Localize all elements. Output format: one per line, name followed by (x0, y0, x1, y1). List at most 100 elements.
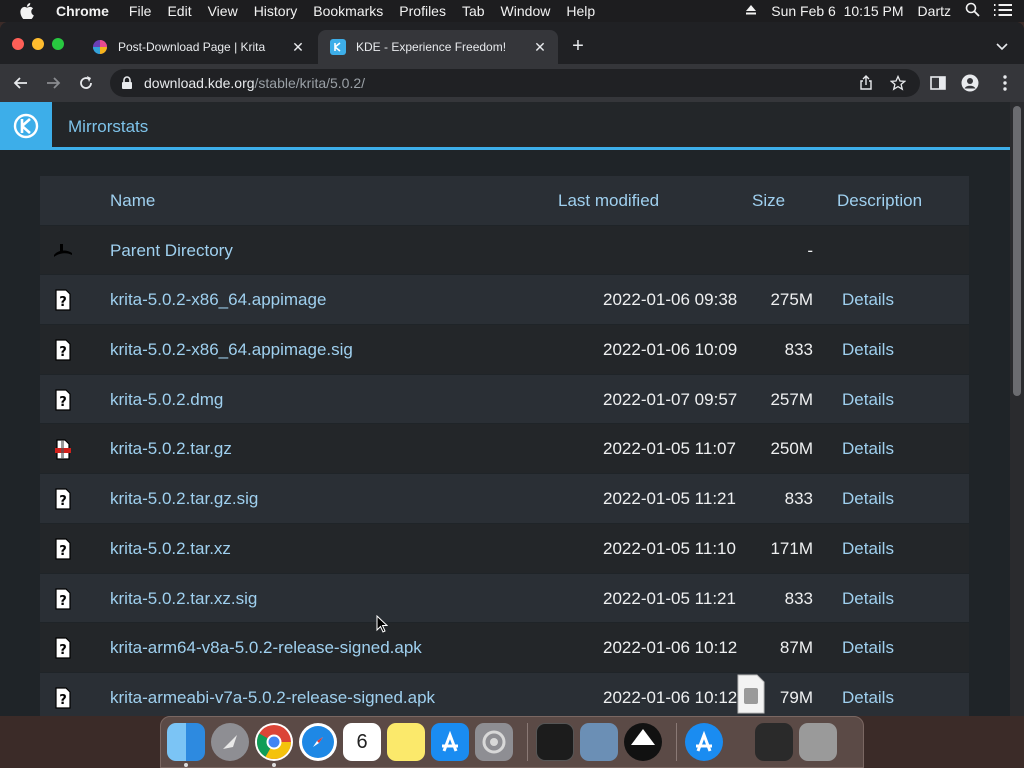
lock-icon[interactable] (120, 76, 134, 90)
details-link[interactable]: Details (842, 290, 894, 310)
svg-text:?: ? (59, 395, 67, 410)
zoom-window-button[interactable] (52, 38, 64, 50)
preview-icon[interactable] (580, 723, 618, 761)
details-link[interactable]: Details (842, 688, 894, 708)
file-size: 79M (779, 687, 813, 707)
chrome-menu-icon[interactable] (996, 74, 1014, 92)
file-link[interactable]: krita-5.0.2.tar.gz.sig (110, 489, 258, 509)
menu-history[interactable]: History (254, 3, 298, 19)
tab-strip: Post-Download Page | Krita ✕ KDE - Exper… (0, 22, 1024, 64)
menu-bookmarks[interactable]: Bookmarks (313, 3, 383, 19)
table-row: ? krita-5.0.2.tar.gz.sig 2022-01-05 11:2… (40, 474, 969, 524)
share-icon[interactable] (858, 75, 874, 91)
kde-favicon-icon (330, 39, 346, 55)
notes-icon[interactable] (387, 723, 425, 761)
forward-arrow-icon[interactable] (44, 74, 62, 92)
menu-help[interactable]: Help (566, 3, 595, 19)
launchpad-icon[interactable] (211, 723, 249, 761)
column-header-last-modified[interactable]: Last modified (558, 191, 659, 211)
mirrorstats-link[interactable]: Mirrorstats (68, 117, 148, 137)
new-tab-icon[interactable]: + (568, 36, 588, 56)
minimize-window-button[interactable] (32, 38, 44, 50)
system-preferences-icon[interactable] (475, 723, 513, 761)
file-modified: 2022-01-06 10:12 (603, 638, 738, 658)
column-header-name[interactable]: Name (110, 191, 155, 211)
apple-menu-icon[interactable] (20, 3, 38, 19)
details-link[interactable]: Details (842, 638, 894, 658)
details-link[interactable]: Details (842, 589, 894, 609)
table-row: ? krita-5.0.2.tar.xz.sig 2022-01-05 11:2… (40, 573, 969, 624)
app-store-download-icon[interactable] (685, 723, 723, 761)
file-link[interactable]: krita-5.0.2.tar.xz.sig (110, 589, 257, 609)
control-center-icon[interactable] (994, 2, 1012, 20)
downloads-stack-icon[interactable] (755, 723, 793, 761)
column-header-description[interactable]: Description (837, 191, 922, 211)
file-link[interactable]: krita-5.0.2.tar.gz (110, 439, 232, 459)
tab-close-icon[interactable]: ✕ (532, 39, 548, 55)
menu-view[interactable]: View (208, 3, 238, 19)
tab-kde-experience-freedom[interactable]: KDE - Experience Freedom! ✕ (318, 30, 558, 64)
profile-avatar-icon[interactable] (961, 74, 979, 92)
trash-icon[interactable] (799, 723, 837, 761)
file-link[interactable]: krita-5.0.2-x86_64.appimage (110, 290, 326, 310)
krita-favicon-icon (92, 39, 108, 55)
details-link[interactable]: Details (842, 539, 894, 559)
app-store-icon[interactable] (431, 723, 469, 761)
menu-profiles[interactable]: Profiles (399, 3, 446, 19)
url-path: /stable/krita/5.0.2/ (254, 75, 366, 91)
tab-close-icon[interactable]: ✕ (290, 39, 306, 55)
back-arrow-icon[interactable] (12, 74, 30, 92)
tab-title: KDE - Experience Freedom! (356, 40, 507, 54)
file-link[interactable]: krita-armeabi-v7a-5.0.2-release-signed.a… (110, 688, 435, 708)
file-link[interactable]: krita-arm64-v8a-5.0.2-release-signed.apk (110, 638, 422, 658)
details-link[interactable]: Details (842, 340, 894, 360)
calendar-icon[interactable]: 6 (343, 723, 381, 761)
column-header-size[interactable]: Size (752, 191, 785, 211)
file-link[interactable]: krita-5.0.2-x86_64.appimage.sig (110, 340, 353, 360)
page-scrollbar[interactable] (1010, 102, 1024, 716)
chrome-icon[interactable] (255, 723, 293, 767)
svg-text:?: ? (59, 544, 67, 559)
details-link[interactable]: Details (842, 439, 894, 459)
menu-file[interactable]: File (129, 3, 152, 19)
unknown-file-icon: ? (52, 339, 74, 361)
details-link[interactable]: Details (842, 489, 894, 509)
file-link[interactable]: krita-5.0.2.tar.xz (110, 539, 231, 559)
tab-krita-post-download[interactable]: Post-Download Page | Krita ✕ (80, 30, 316, 64)
details-link[interactable]: Details (842, 390, 894, 410)
spotlight-search-icon[interactable] (965, 2, 980, 20)
kde-logo-icon[interactable] (0, 102, 52, 150)
reload-icon[interactable] (77, 74, 95, 92)
menu-edit[interactable]: Edit (167, 3, 191, 19)
scrollbar-thumb[interactable] (1013, 106, 1021, 396)
unknown-file-icon: ? (52, 488, 74, 510)
file-link[interactable]: krita-5.0.2.dmg (110, 390, 223, 410)
side-panel-icon[interactable] (929, 74, 947, 92)
eject-icon[interactable] (745, 3, 757, 19)
inkscape-icon[interactable] (624, 723, 662, 761)
safari-icon[interactable] (299, 723, 337, 761)
menubar-clock[interactable]: Sun Feb 6 10:15 PM (771, 3, 903, 19)
tab-search-chevron-icon[interactable] (994, 38, 1010, 54)
unknown-file-icon: ? (52, 389, 74, 411)
page-content: Mirrorstats Name Last modified Size Desc… (0, 102, 1010, 716)
finder-icon[interactable] (167, 723, 205, 767)
file-modified: 2022-01-06 09:38 (603, 290, 738, 310)
menu-window[interactable]: Window (501, 3, 551, 19)
table-row: ? krita-5.0.2.dmg 2022-01-07 09:57 257M … (40, 374, 969, 425)
parent-directory-link[interactable]: Parent Directory (110, 241, 233, 261)
svg-text:?: ? (59, 693, 67, 708)
address-bar[interactable]: download.kde.org /stable/krita/5.0.2/ (110, 69, 920, 97)
terminal-icon[interactable] (536, 723, 574, 761)
menu-tab[interactable]: Tab (462, 3, 485, 19)
svg-text:?: ? (59, 594, 67, 609)
unknown-file-icon: ? (52, 587, 74, 610)
table-row-parent-directory: Parent Directory - (40, 225, 969, 276)
close-window-button[interactable] (12, 38, 24, 50)
table-row: ? krita-5.0.2-x86_64.appimage.sig 2022-0… (40, 325, 969, 375)
macos-dock: 6 (160, 716, 864, 768)
bookmark-star-icon[interactable] (889, 74, 907, 91)
menubar-user[interactable]: Dartz (918, 3, 951, 19)
file-modified: 2022-01-05 11:10 (603, 538, 736, 558)
menu-app-name[interactable]: Chrome (56, 3, 109, 19)
